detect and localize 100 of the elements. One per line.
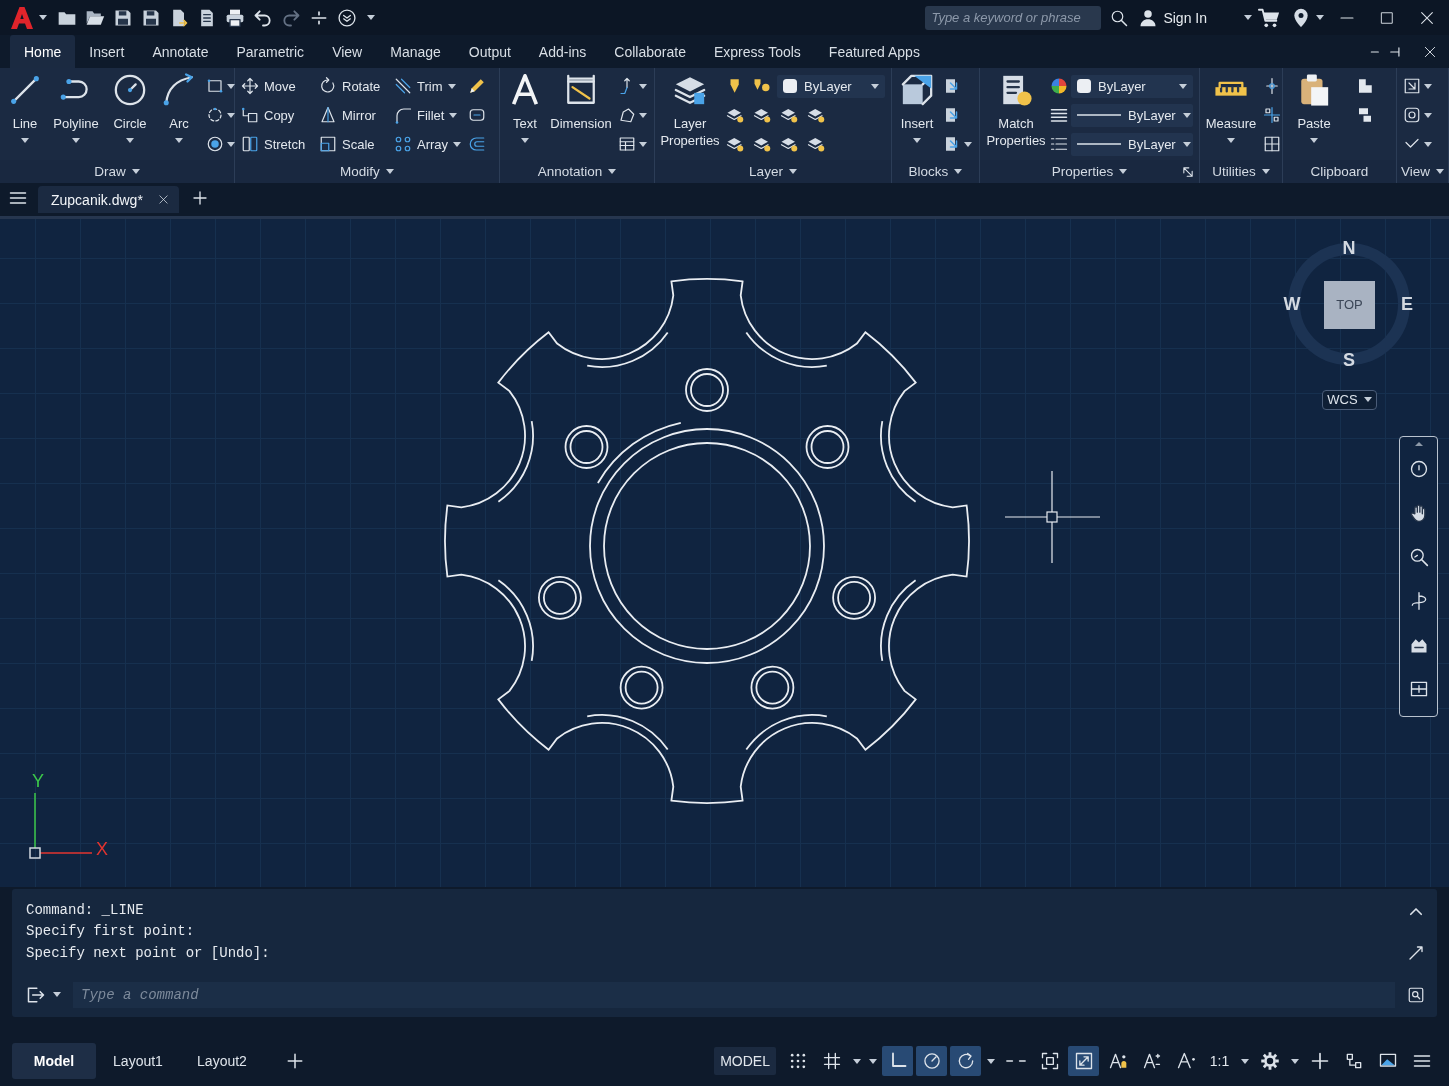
point-cross-icon[interactable] [1263,77,1281,95]
rounded-box-icon[interactable] [468,106,486,124]
ribbon-tab[interactable]: Express Tools [699,35,815,68]
insert-button[interactable]: Insert [895,73,939,159]
caret-icon[interactable] [1290,1058,1299,1064]
panel-title[interactable]: Blocks [908,164,963,179]
dial-icon[interactable] [1408,458,1429,479]
caret-icon[interactable] [1315,15,1324,20]
match-properties-button[interactable]: Match Properties [983,73,1049,159]
list-lines-icon[interactable] [1050,135,1068,153]
color-dropdown[interactable]: ByLayer [1071,74,1193,98]
layer-sheet-icon[interactable] [726,135,744,153]
layout-tab[interactable]: Layout2 [180,1043,264,1079]
panel-title[interactable]: Utilities [1212,164,1270,179]
hand-icon[interactable] [1408,502,1429,523]
scale-toggle[interactable]: 1:1 [1204,1046,1235,1076]
close-icon[interactable] [1423,44,1437,59]
caret-icon[interactable] [1424,112,1432,118]
redo-icon[interactable] [281,7,301,28]
caret-icon[interactable] [1244,15,1252,20]
compass-letter[interactable]: S [1343,349,1355,370]
panel-title[interactable]: Draw [94,164,140,179]
layout-tab[interactable]: Layout1 [96,1043,180,1079]
layer-dropdown[interactable]: ByLayer [777,74,885,98]
coordinate-system-dropdown[interactable]: WCS [1322,389,1377,410]
thick-lines-icon[interactable] [1050,106,1068,124]
sign-in-button[interactable]: Sign In [1139,8,1207,27]
compass-letter[interactable]: W [1283,293,1301,314]
caret-icon[interactable] [1424,83,1432,89]
ribbon-tab[interactable]: Annotate [138,35,223,68]
caret-icon[interactable] [227,112,235,118]
plus-icon[interactable] [286,1052,304,1070]
caret-icon[interactable] [1240,1058,1249,1064]
layer-sheet-icon[interactable] [753,135,771,153]
caret-icon[interactable] [227,83,235,89]
text-button[interactable]: Text [503,73,547,159]
offset-arcs-icon[interactable] [468,135,486,153]
layer-sheet-icon[interactable] [807,106,825,124]
layer-sheet-icon[interactable] [753,106,771,124]
printer-icon[interactable] [225,7,245,28]
layer-sheet-icon[interactable] [726,106,744,124]
compass-letter[interactable]: N [1342,237,1356,258]
model-space-label[interactable]: MODEL [714,1047,776,1075]
step-shape-icon[interactable] [1356,77,1374,95]
mirror-button[interactable]: Mirror [316,102,391,128]
ribbon-tab[interactable]: Add-ins [524,35,601,68]
maximize-icon[interactable] [1380,10,1394,25]
frame-arrows-icon[interactable] [1403,77,1421,95]
panel-title[interactable]: Clipboard [1310,164,1369,179]
rectangle-icon[interactable] [206,77,224,95]
scale-button[interactable]: Scale [316,131,391,157]
chevron-circle-icon[interactable] [337,7,357,28]
layout-tab[interactable]: Model [12,1043,96,1079]
polar-toggle[interactable] [916,1046,947,1076]
pencil-icon[interactable] [468,77,486,95]
ribbon-tab[interactable]: Manage [376,35,455,68]
ribbon-tab[interactable]: Home [10,35,76,68]
caret-icon[interactable] [639,141,647,147]
panel-title[interactable]: Properties [1051,164,1128,179]
layer-sheet-icon[interactable] [780,135,798,153]
stretch-button[interactable]: Stretch [238,131,316,157]
circle-button[interactable]: Circle [105,73,155,159]
command-input[interactable]: Type a command [73,981,1395,1008]
search-field[interactable]: Type a keyword or phrase [925,5,1102,30]
bar-end-icon[interactable] [1389,44,1403,59]
two-rectangles-icon[interactable] [1356,106,1374,124]
polyline-button[interactable]: Polyline [48,73,104,159]
array-button[interactable]: Array [391,131,465,157]
measure-button[interactable]: Measure [1203,73,1259,159]
ribbon-tab[interactable]: Insert [75,35,139,68]
ribbon-tab[interactable]: View [318,35,377,68]
cart-icon[interactable] [1258,6,1280,29]
ribbon-tab[interactable]: Collaborate [600,35,700,68]
monitor-toggle[interactable] [1068,1046,1099,1076]
caret-icon[interactable] [639,83,647,89]
layer-sheet-icon[interactable] [807,135,825,153]
target-icon[interactable] [206,135,224,153]
app-logo-icon[interactable] [10,5,34,30]
panel-title[interactable]: Layer [749,164,797,179]
rotate-button[interactable]: Rotate [316,73,391,99]
caret-icon[interactable] [639,112,647,118]
file-tab[interactable]: Zupcanik.dwg* [38,186,179,213]
viewcube-face[interactable]: TOP [1324,280,1375,329]
dashed-circle-icon[interactable] [206,106,224,124]
caret-icon[interactable] [227,141,235,147]
arc-button[interactable]: Arc [156,73,202,159]
lineweight-dropdown[interactable]: ByLayer [1071,103,1193,127]
ribbon-tab[interactable]: Featured Apps [814,35,934,68]
trim-button[interactable]: Trim [391,73,465,99]
caret-icon[interactable] [986,1058,995,1064]
caret-icon[interactable] [39,15,47,20]
move-button[interactable]: Move [238,73,316,99]
polygon-icon[interactable] [618,106,636,124]
undo-icon[interactable] [253,7,273,28]
panel-title[interactable]: View [1401,164,1444,179]
magnifier-icon[interactable] [1408,546,1429,567]
grid-square-icon[interactable] [1263,135,1281,153]
search-icon[interactable] [1110,8,1129,27]
dimension-button[interactable]: Dimension [548,73,614,159]
panel-title[interactable]: Modify [340,164,394,179]
